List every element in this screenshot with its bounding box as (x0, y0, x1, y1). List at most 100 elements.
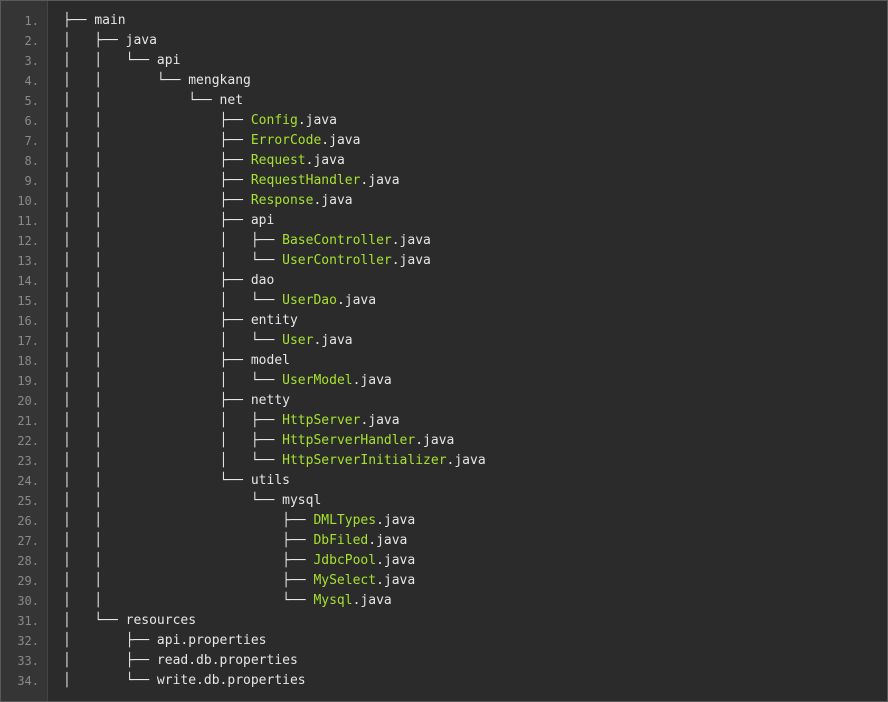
code-text: │ │ ├── model (63, 351, 290, 371)
class-name: HttpServerHandler (282, 433, 416, 448)
code-text: │ │ ├── entity (63, 311, 298, 331)
tree-branch: │ │ ├── (63, 533, 314, 548)
file-extension: .java (297, 113, 337, 128)
line-number: 13. (17, 254, 39, 268)
file-extension: .java (376, 573, 416, 588)
file-extension: .java (313, 333, 353, 348)
entry-name: resources (125, 613, 197, 628)
entry-name: api (156, 53, 181, 68)
class-name: UserController (282, 253, 392, 268)
code-line: 2. │ ├── java (1, 31, 887, 51)
line-number: 15. (17, 294, 39, 308)
line-number: 11. (17, 214, 39, 228)
file-extension: .java (376, 513, 416, 528)
code-line: 11. │ │ ├── api (1, 211, 887, 231)
tree-branch: │ │ └── (63, 593, 314, 608)
tree-branch: │ │ ├── (63, 173, 251, 188)
file-extension: .java (415, 433, 455, 448)
class-name: RequestHandler (250, 173, 361, 188)
tree-branch: │ ├── (63, 653, 157, 668)
file-extension: .java (391, 233, 431, 248)
code-text: │ │ ├── Response.java (63, 191, 353, 211)
code-line: 18. │ │ ├── model (1, 351, 887, 371)
code-line: 9. │ │ ├── RequestHandler.java (1, 171, 887, 191)
code-line: 24. │ │ └── utils (1, 471, 887, 491)
code-text: │ │ │ └── HttpServerInitializer.java (63, 451, 486, 471)
line-number: 2. (24, 34, 39, 48)
code-text: │ │ └── api (63, 51, 180, 71)
class-name: User (282, 333, 314, 348)
code-text: │ │ ├── JdbcPool.java (63, 551, 415, 571)
code-text: │ │ └── utils (63, 471, 290, 491)
code-line: 26. │ │ ├── DMLTypes.java (1, 511, 887, 531)
code-text: │ │ ├── dao (63, 271, 274, 291)
line-number: 3. (24, 54, 39, 68)
code-text: │ │ │ └── UserModel.java (63, 371, 392, 391)
tree-branch: │ │ ├── (63, 273, 251, 288)
line-number: 6. (24, 114, 39, 128)
code-line: 1. ├── main (1, 11, 887, 31)
entry-name: api (250, 213, 275, 228)
tree-branch: │ │ ├── (63, 213, 251, 228)
class-name: Mysql (313, 593, 353, 608)
code-text: │ ├── api.properties (63, 631, 267, 651)
file-extension: .java (360, 413, 400, 428)
entry-name: entity (250, 313, 298, 328)
code-text: │ └── resources (63, 611, 196, 631)
tree-branch: │ │ ├── (63, 193, 251, 208)
code-line: 5. │ │ └── net (1, 91, 887, 111)
code-line: 10. │ │ ├── Response.java (1, 191, 887, 211)
tree-branch: │ │ └── (63, 73, 189, 88)
code-block: 1. ├── main 2. │ ├── java 3. │ │ └── api 4. │ │… (0, 0, 888, 702)
file-extension: .java (352, 373, 392, 388)
file-extension: .java (313, 193, 353, 208)
line-number: 5. (24, 94, 39, 108)
tree-branch: │ │ │ └── (63, 453, 283, 468)
entry-name: read.db.properties (156, 653, 298, 668)
line-number: 1. (24, 14, 39, 28)
code-line: 7. │ │ ├── ErrorCode.java (1, 131, 887, 151)
line-number: 33. (17, 654, 39, 668)
tree-branch: │ ├── (63, 33, 126, 48)
line-number: 12. (17, 234, 39, 248)
entry-name: api.properties (156, 633, 267, 648)
line-number: 30. (17, 594, 39, 608)
line-number: 23. (17, 454, 39, 468)
file-extension: .java (446, 453, 486, 468)
line-number: 17. (17, 334, 39, 348)
code-line: 32. │ ├── api.properties (1, 631, 887, 651)
file-extension: .java (360, 173, 400, 188)
file-extension: .java (305, 153, 345, 168)
tree-branch: │ │ ├── (63, 553, 314, 568)
line-number: 24. (17, 474, 39, 488)
file-extension: .java (376, 553, 416, 568)
code-text: │ │ │ ├── HttpServerHandler.java (63, 431, 454, 451)
code-text: │ ├── read.db.properties (63, 651, 298, 671)
line-number: 7. (24, 134, 39, 148)
code-text: │ │ ├── netty (63, 391, 290, 411)
code-line: 13. │ │ │ └── UserController.java (1, 251, 887, 271)
tree-branch: │ │ ├── (63, 573, 314, 588)
code-line: 28. │ │ ├── JdbcPool.java (1, 551, 887, 571)
tree-branch: │ │ ├── (63, 393, 251, 408)
code-line: 12. │ │ │ ├── BaseController.java (1, 231, 887, 251)
code-text: │ │ ├── MySelect.java (63, 571, 415, 591)
class-name: Request (250, 153, 306, 168)
code-text: │ │ ├── ErrorCode.java (63, 131, 360, 151)
class-name: BaseController (282, 233, 392, 248)
code-text: │ │ ├── RequestHandler.java (63, 171, 400, 191)
code-text: │ │ ├── Config.java (63, 111, 337, 131)
line-number: 27. (17, 534, 39, 548)
code-line: 33. │ ├── read.db.properties (1, 651, 887, 671)
entry-name: java (125, 33, 157, 48)
code-line: 25. │ │ └── mysql (1, 491, 887, 511)
tree-branch: │ │ │ └── (63, 373, 283, 388)
entry-name: mengkang (188, 73, 251, 88)
code-text: │ │ │ └── User.java (63, 331, 353, 351)
code-line: 22. │ │ │ ├── HttpServerHandler.java (1, 431, 887, 451)
class-name: ErrorCode (250, 133, 322, 148)
line-number: 22. (17, 434, 39, 448)
line-number: 21. (17, 414, 39, 428)
tree-branch: │ │ └── (63, 493, 283, 508)
code-text: ├── main (63, 11, 126, 31)
